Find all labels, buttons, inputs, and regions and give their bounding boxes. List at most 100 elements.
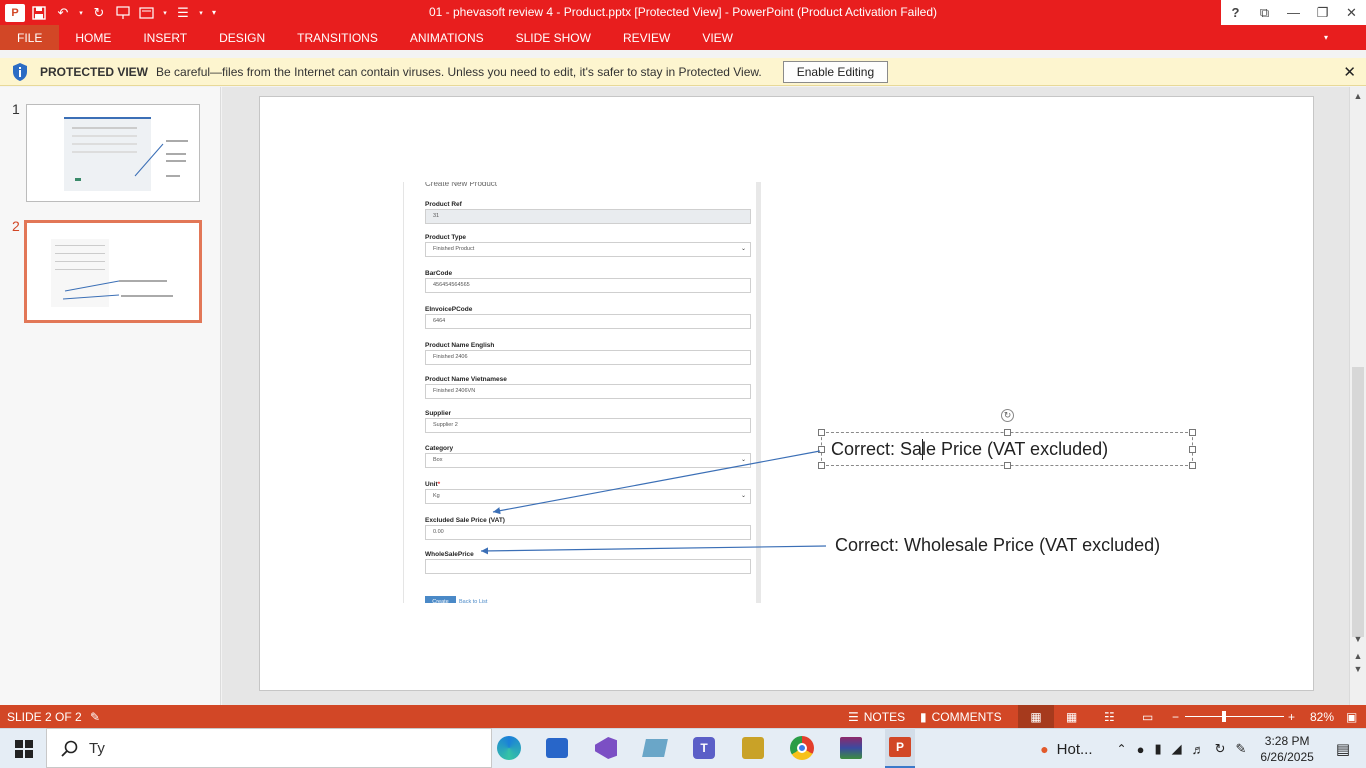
tab-transitions[interactable]: TRANSITIONS — [281, 25, 394, 50]
resize-handle[interactable] — [1004, 429, 1011, 436]
zoom-slider-thumb[interactable] — [1222, 711, 1226, 722]
tab-file[interactable]: FILE — [0, 25, 60, 50]
system-tray: ● Hot... ⌃ ● ▮ ◢ ♬ ↻ ✎ 3:28 PM 6/26/2025… — [1040, 729, 1366, 768]
tab-home[interactable]: HOME — [59, 25, 127, 50]
visual-studio-icon[interactable] — [593, 728, 619, 768]
scanner-app-icon[interactable] — [642, 728, 668, 768]
bullets-dropdown-icon[interactable]: ▾ — [196, 3, 206, 23]
resize-handle[interactable] — [1189, 446, 1196, 453]
zoom-level[interactable]: 82% — [1310, 710, 1334, 724]
previous-slide-icon[interactable]: ▲ — [1350, 649, 1366, 663]
zoom-in-button[interactable]: + — [1288, 710, 1295, 724]
restore-icon[interactable]: ❐ — [1308, 0, 1337, 25]
powerpoint-taskbar-icon[interactable]: P — [885, 728, 915, 768]
tool-app-icon[interactable] — [740, 728, 766, 768]
protected-view-bar: PROTECTED VIEW Be careful—files from the… — [0, 58, 1366, 86]
tab-insert[interactable]: INSERT — [127, 25, 203, 50]
thumbnail-number: 1 — [12, 101, 20, 117]
tab-design[interactable]: DESIGN — [203, 25, 281, 50]
ribbon-display-options-icon[interactable]: ⧉ — [1250, 0, 1279, 25]
enable-editing-button[interactable]: Enable Editing — [782, 60, 889, 83]
wholesale-price-annotation[interactable]: Correct: Wholesale Price (VAT excluded) — [835, 535, 1160, 556]
next-slide-icon[interactable]: ▼ — [1350, 662, 1366, 676]
fit-slide-icon[interactable]: ▣ — [1346, 710, 1357, 724]
sale-price-annotation[interactable]: Correct: Sale Price (VAT excluded) — [831, 439, 1108, 460]
clock[interactable]: 3:28 PM 6/26/2025 — [1260, 733, 1313, 765]
field-label-text: WholeSalePrice — [425, 551, 474, 558]
field-label: BarCode — [425, 270, 452, 277]
slide-sorter-icon[interactable]: ▦ — [1066, 710, 1077, 724]
pen-icon[interactable]: ✎ — [1236, 741, 1247, 757]
ribbon-gap — [0, 50, 1366, 58]
notification-center-icon[interactable]: ▤ — [1336, 740, 1350, 758]
selected-text-box[interactable]: Correct: Sale Price (VAT excluded) — [821, 432, 1193, 466]
undo-icon[interactable]: ↶ — [52, 3, 74, 23]
tab-review[interactable]: REVIEW — [607, 25, 686, 50]
windows-start-icon[interactable] — [10, 729, 38, 768]
minimize-icon[interactable]: — — [1279, 0, 1308, 25]
weather-icon[interactable]: ● — [1040, 741, 1048, 757]
ribbon-collapse-icon[interactable]: ▾ — [1324, 33, 1328, 42]
battery-icon[interactable]: ▮ — [1154, 741, 1161, 757]
tab-animations[interactable]: ANIMATIONS — [394, 25, 500, 50]
slide-show-icon[interactable]: ▭ — [1142, 710, 1153, 724]
field-label-text: Product Ref — [425, 201, 462, 208]
help-icon[interactable]: ? — [1221, 0, 1250, 25]
rotate-handle-icon[interactable]: ↻ — [1001, 409, 1014, 422]
teams-icon[interactable]: T — [691, 728, 717, 768]
comments-button[interactable]: ▮ COMMENTS — [920, 710, 1002, 724]
tab-view[interactable]: VIEW — [686, 25, 749, 50]
store-icon[interactable] — [544, 728, 570, 768]
edge-icon[interactable] — [496, 728, 522, 768]
slide-counter: SLIDE 2 OF 2 — [7, 710, 82, 724]
reading-view-icon[interactable]: ☷ — [1104, 710, 1115, 724]
volume-icon[interactable]: ♬ — [1192, 742, 1205, 757]
slide-thumbnail-1[interactable] — [26, 104, 200, 202]
resize-handle[interactable] — [1004, 462, 1011, 469]
scrollbar-thumb[interactable] — [1352, 367, 1364, 637]
save-icon[interactable] — [28, 3, 50, 23]
field-value: Kg — [433, 493, 440, 499]
notes-button[interactable]: ☰ NOTES — [848, 710, 905, 724]
app-icon[interactable]: P — [4, 3, 26, 23]
tab-slide-show[interactable]: SLIDE SHOW — [500, 25, 607, 50]
resize-handle[interactable] — [1189, 462, 1196, 469]
search-placeholder: Ty — [89, 740, 105, 757]
resize-handle[interactable] — [818, 462, 825, 469]
zoom-slider[interactable] — [1185, 716, 1284, 717]
back-to-list-link: Back to List — [459, 599, 488, 603]
normal-view-icon[interactable]: ▦ — [1018, 705, 1054, 728]
bullets-icon[interactable]: ☰ — [172, 3, 194, 23]
chrome-icon[interactable] — [789, 728, 815, 768]
slide-thumbnail-2[interactable] — [24, 220, 202, 323]
scroll-up-icon[interactable]: ▲ — [1350, 89, 1366, 103]
close-bar-icon[interactable]: ✕ — [1343, 63, 1356, 81]
vertical-scrollbar[interactable]: ▲ ▼ ▲ ▼ — [1349, 87, 1366, 705]
field-label-text: Supplier — [425, 410, 452, 417]
slideshow-from-start-icon[interactable] — [112, 3, 134, 23]
weather-text[interactable]: Hot... — [1057, 741, 1093, 758]
field-input: 6464 — [425, 314, 751, 329]
close-icon[interactable]: ✕ — [1337, 0, 1366, 25]
undo-dropdown-icon[interactable]: ▾ — [76, 3, 86, 23]
spelling-check-icon[interactable]: ✎ — [90, 710, 100, 724]
redo-icon[interactable]: ↻ — [88, 3, 110, 23]
show-hidden-icons-icon[interactable]: ⌃ — [1117, 742, 1127, 756]
winrar-icon[interactable] — [838, 728, 864, 768]
field-label: WholeSalePrice — [425, 551, 474, 558]
zoom-out-button[interactable]: − — [1172, 710, 1179, 724]
field-value: Finished Product — [433, 246, 475, 252]
field-input: Supplier 2 — [425, 418, 751, 433]
microphone-icon[interactable]: ● — [1137, 742, 1145, 757]
network-icon[interactable]: ◢ — [1172, 741, 1182, 757]
resize-handle[interactable] — [1189, 429, 1196, 436]
new-slide-dropdown-icon[interactable]: ▾ — [160, 3, 170, 23]
taskbar-search-box[interactable]: Ty — [46, 728, 492, 768]
resize-handle[interactable] — [818, 446, 825, 453]
customize-qat-icon[interactable]: ▾ — [208, 3, 220, 23]
sync-icon[interactable]: ↻ — [1215, 741, 1226, 757]
scroll-down-icon[interactable]: ▼ — [1350, 632, 1366, 646]
resize-handle[interactable] — [818, 429, 825, 436]
window-controls: ? ⧉ — ❐ ✕ — [1221, 0, 1366, 25]
new-slide-icon[interactable] — [136, 3, 158, 23]
